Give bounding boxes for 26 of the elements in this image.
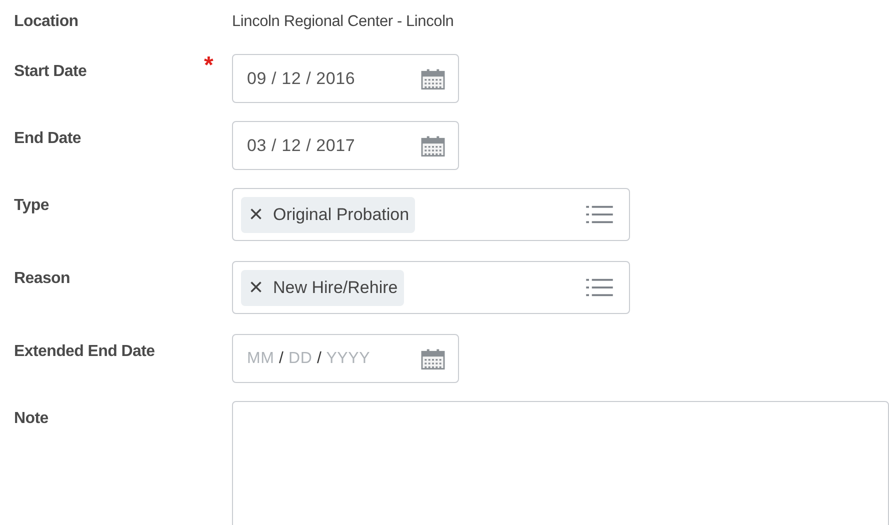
list-icon[interactable] xyxy=(586,204,613,225)
field-label: Type xyxy=(14,196,50,215)
date-field[interactable]: 09 / 12 / 2016 xyxy=(232,54,459,103)
prompt-field[interactable]: × New Hire/Rehire xyxy=(232,261,630,314)
selected-item-pill[interactable]: × New Hire/Rehire xyxy=(241,270,404,306)
field-label: Reason xyxy=(14,269,71,288)
field-value: Lincoln Regional Center - Lincoln xyxy=(232,13,454,31)
field-label: Extended End Date xyxy=(14,342,156,361)
date-field[interactable]: 03 / 12 / 2017 xyxy=(232,121,459,170)
pill-text: New Hire/Rehire xyxy=(273,278,398,298)
date-field[interactable]: MM / DD / YYYY xyxy=(232,334,459,383)
selected-item-pill[interactable]: × Original Probation xyxy=(241,196,416,232)
remove-icon[interactable]: × xyxy=(249,276,264,300)
note-field[interactable] xyxy=(232,401,889,525)
remove-icon[interactable]: × xyxy=(249,202,264,226)
calendar-icon[interactable] xyxy=(420,348,446,370)
pill-text: Original Probation xyxy=(273,204,410,224)
list-icon[interactable] xyxy=(586,277,613,298)
calendar-icon[interactable] xyxy=(420,68,446,90)
required-icon: * xyxy=(204,54,214,78)
field-label: End Date xyxy=(14,129,82,148)
prompt-field[interactable]: × Original Probation xyxy=(232,188,630,241)
field-label: Location xyxy=(14,13,80,31)
calendar-icon[interactable] xyxy=(420,134,446,156)
field-label: Note xyxy=(14,409,50,428)
field-label: Start Date xyxy=(14,62,88,81)
